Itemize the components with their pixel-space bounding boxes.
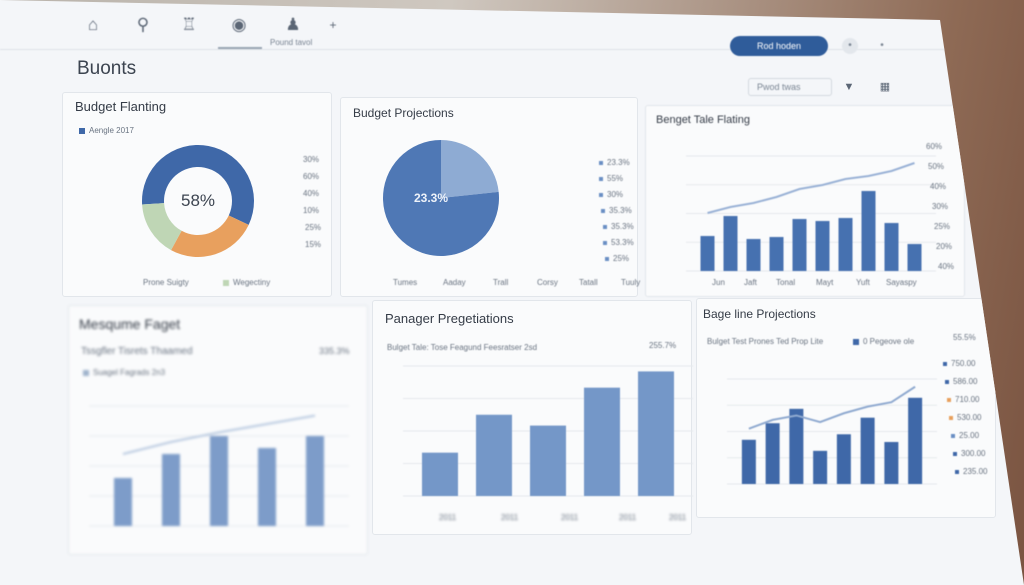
panel-title: Benget Tale Flating (656, 114, 750, 126)
bar (746, 239, 761, 271)
bar (792, 219, 807, 271)
tab-underline (218, 47, 262, 49)
bar-line-chart (727, 378, 937, 485)
budget-projections-panel: Budget Projections 23.3% 23.3% 55% 30% 3… (340, 97, 640, 297)
axis-label: 53.3% (603, 238, 634, 247)
bar (162, 454, 180, 526)
settings-icon[interactable]: • (842, 38, 858, 54)
panel-value: 335.3% (319, 346, 350, 356)
bar-line-chart (89, 405, 349, 527)
axis-label: 55% (599, 174, 623, 183)
bar (723, 216, 738, 271)
budget-tale-planting-panel: Benget Tale Flating 60% 50% 40% 30% 25% … (645, 105, 965, 297)
donut-chart: 58% (142, 145, 254, 257)
panel-title: Budget Flanting (75, 99, 167, 114)
trend-line (748, 385, 916, 430)
panel-value: 55.5% (953, 333, 976, 342)
legend-item: 0 Pegeove ole (853, 337, 914, 346)
axis-label: 23.3% (599, 158, 630, 167)
pie-center-label: 23.3% (414, 191, 448, 205)
axis-label: 30% (599, 190, 623, 199)
footer-legend-item: Wegectiny (223, 278, 270, 287)
panel-value: 255.7% (649, 341, 677, 350)
panel-title: Bage line Projections (703, 307, 816, 321)
bar (769, 237, 784, 271)
bar (907, 244, 922, 271)
bar-chart (403, 365, 693, 497)
person-icon[interactable]: ♟ (282, 14, 304, 36)
grid-icon[interactable]: ▦ (878, 80, 892, 94)
users-icon[interactable]: ♖ (178, 14, 200, 36)
bar-line-chart (686, 155, 936, 272)
pie-chart: 23.3% (383, 140, 499, 256)
legend-item: Aengle 2017 (79, 126, 134, 135)
filter-select[interactable]: Pwod twas (748, 78, 832, 96)
bar (908, 397, 923, 484)
bar (860, 417, 875, 484)
bar (836, 434, 851, 484)
measure-target-panel: Mesqume Faget Tssgfler Tisrets Thaamed 3… (68, 305, 368, 555)
panel-subtitle: Tssgfler Tisrets Thaamed (81, 346, 193, 357)
tab-label[interactable]: Pound tavol (270, 38, 312, 47)
axis-label: 40% (303, 189, 320, 198)
axis-label: 25% (605, 254, 629, 263)
axis-label: 30% (303, 155, 320, 164)
bar (638, 371, 674, 496)
page-title: Buonts (77, 58, 137, 79)
bar (765, 423, 780, 484)
bar (210, 436, 228, 526)
primary-button[interactable]: Rod hoden (730, 36, 828, 56)
bar (700, 236, 715, 271)
bar (884, 223, 899, 271)
bar (789, 408, 804, 484)
manager-projections-panel: Panager Pregetiations Bulget Tale: Tose … (372, 300, 693, 535)
dashboard-sheet: ⌂ ⚲ ♖ ◉ ♟ Pound tavol + Rod hoden • • Bu… (0, 0, 1024, 585)
dollar-icon[interactable]: ◉ (228, 14, 250, 36)
bar (306, 436, 324, 526)
home-icon[interactable]: ⌂ (82, 14, 104, 36)
axis-label: 25% (305, 223, 322, 232)
donut-center-label: 58% (181, 191, 215, 210)
trend-line (707, 162, 915, 214)
bar (741, 439, 756, 484)
bar (258, 448, 276, 526)
panel-subtitle: Bulget Tale: Tose Feagund Feesratser 2sd (387, 343, 538, 352)
panel-title: Panager Pregetiations (385, 311, 514, 326)
bar (815, 221, 830, 271)
panel-title: Mesqume Faget (79, 316, 181, 332)
axis-label: 60% (303, 172, 320, 181)
baseline-projections-panel: Bage line Projections Bulget Test Prones… (696, 298, 996, 518)
footer-legend-item: Prone Suigty (143, 278, 189, 287)
search-icon[interactable]: ⚲ (132, 14, 154, 36)
axis-label: 10% (303, 206, 320, 215)
panel-title: Budget Projections (353, 106, 454, 120)
bar (114, 478, 132, 526)
bar (813, 450, 828, 484)
bar (884, 442, 899, 484)
axis-label: 15% (305, 240, 322, 249)
pie-slice (441, 140, 499, 198)
bar (584, 387, 620, 496)
bar (861, 191, 876, 271)
budget-planning-panel: Budget Flanting Aengle 2017 58% 30% 60% … (62, 92, 332, 297)
top-navigation: ⌂ ⚲ ♖ ◉ ♟ Pound tavol + Rod hoden • • (0, 0, 960, 56)
axis-label: 35.3% (603, 222, 634, 231)
bar (530, 425, 566, 496)
bar (838, 218, 853, 271)
panel-subtitle: Bulget Test Prones Ted Prop Lite (707, 337, 824, 346)
bell-icon[interactable]: • (874, 38, 890, 54)
plus-icon[interactable]: + (322, 14, 344, 36)
legend-item: Suagel Fagrads 2n3 (83, 368, 165, 377)
bar (476, 414, 512, 496)
filter-icon[interactable]: ▼ (842, 80, 856, 94)
axis-label: 35.3% (601, 206, 632, 215)
bar (422, 452, 458, 496)
